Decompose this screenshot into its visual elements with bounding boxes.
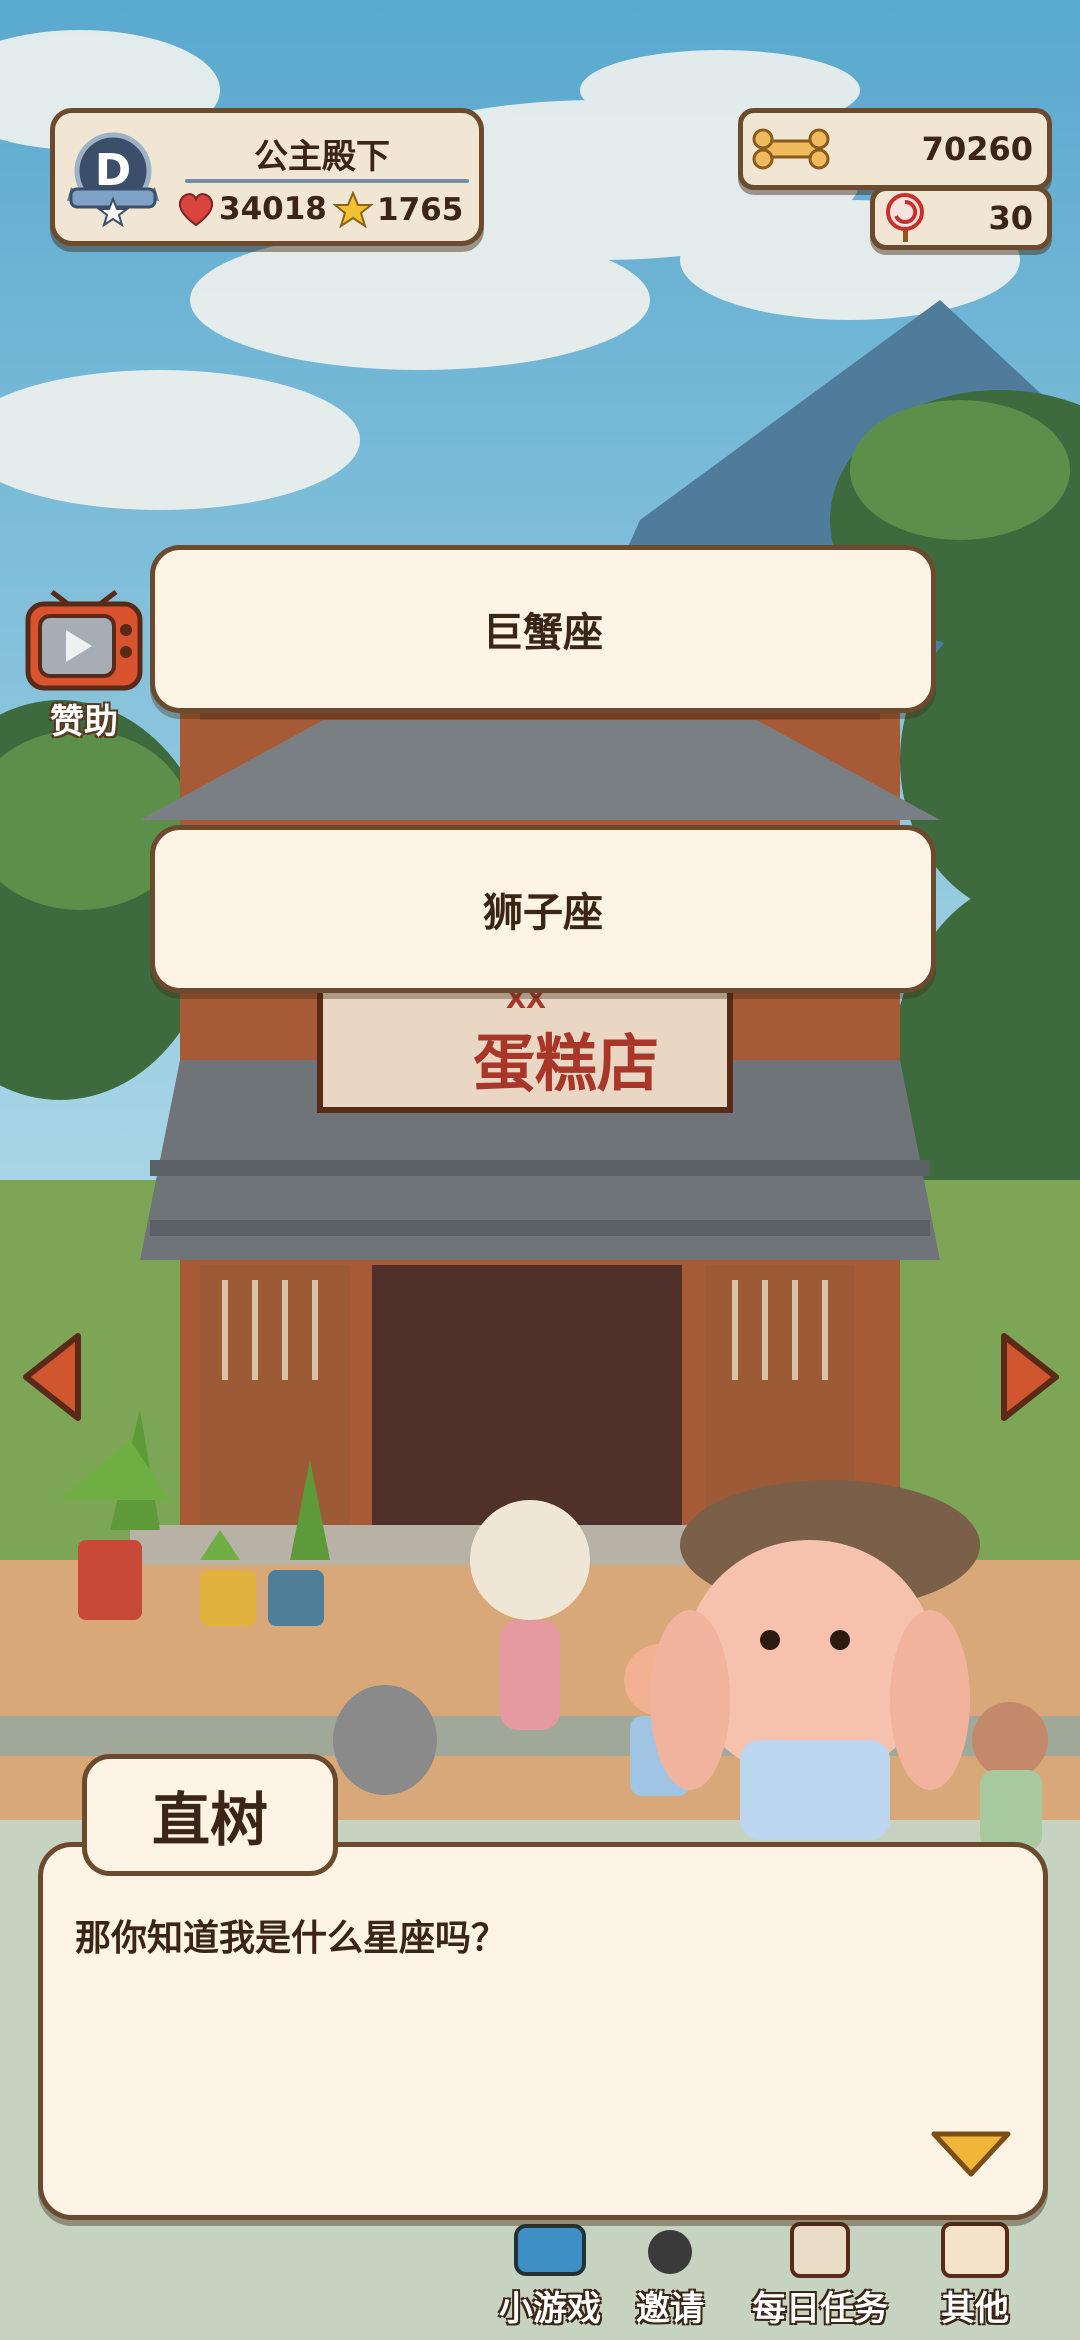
arrow-left-icon[interactable] (20, 1330, 84, 1424)
nav-other[interactable]: 其他 (900, 2222, 1050, 2340)
candy-value: 30 (988, 199, 1033, 237)
bottom-nav: 小游戏 邀请 每日任务 其他 (0, 2222, 1080, 2340)
level-letter: D (95, 145, 132, 196)
shop-sign-text: 蛋糕店 (472, 1027, 659, 1100)
heart-icon (178, 193, 214, 227)
sponsor-button[interactable]: 赞助 (22, 590, 146, 742)
sponsor-label: 赞助 (50, 702, 118, 742)
hearts-stat: 34018 (177, 191, 327, 227)
tv-icon (25, 590, 143, 691)
daily-task-icon (790, 2222, 850, 2278)
candy-currency[interactable]: 30 (870, 186, 1052, 250)
invite-icon (648, 2230, 692, 2274)
star-icon (333, 191, 373, 229)
nav-invite[interactable]: 邀请 (590, 2222, 750, 2340)
stars-value: 1765 (377, 192, 464, 228)
arrow-right-icon[interactable] (998, 1330, 1062, 1424)
nav-daily-tasks[interactable]: 每日任务 (740, 2222, 900, 2340)
dialog-box[interactable]: 那你知道我是什么星座吗？ (38, 1842, 1048, 2220)
stars-stat: 1765 (333, 191, 463, 229)
choice-option-2[interactable]: 狮子座 (150, 825, 936, 993)
speaker-name: 直树 (82, 1754, 338, 1876)
next-triangle-icon[interactable] (930, 2130, 1012, 2178)
nav-daily-tasks-label: 每日任务 (752, 2289, 888, 2329)
bone-currency[interactable]: 70260 (738, 108, 1052, 190)
shop-sign: XX 蛋糕店 (322, 985, 730, 1110)
nav-other-label: 其他 (941, 2289, 1009, 2329)
hearts-value: 34018 (219, 191, 327, 227)
dialog-text: 那你知道我是什么星座吗？ (75, 1918, 508, 1959)
level-badge-icon: D (67, 132, 159, 227)
bone-icon (752, 128, 830, 170)
bone-value: 70260 (921, 130, 1033, 168)
name-divider (185, 179, 469, 183)
game-console-icon (514, 2224, 586, 2276)
player-name: 公主殿下 (254, 137, 390, 177)
nav-invite-label: 邀请 (636, 2289, 704, 2329)
other-icon (941, 2222, 1009, 2278)
choice-option-1[interactable]: 巨蟹座 (150, 545, 936, 713)
lollipop-icon (886, 193, 924, 242)
player-info-panel[interactable]: D 公主殿下 34018 1765 (50, 108, 484, 246)
